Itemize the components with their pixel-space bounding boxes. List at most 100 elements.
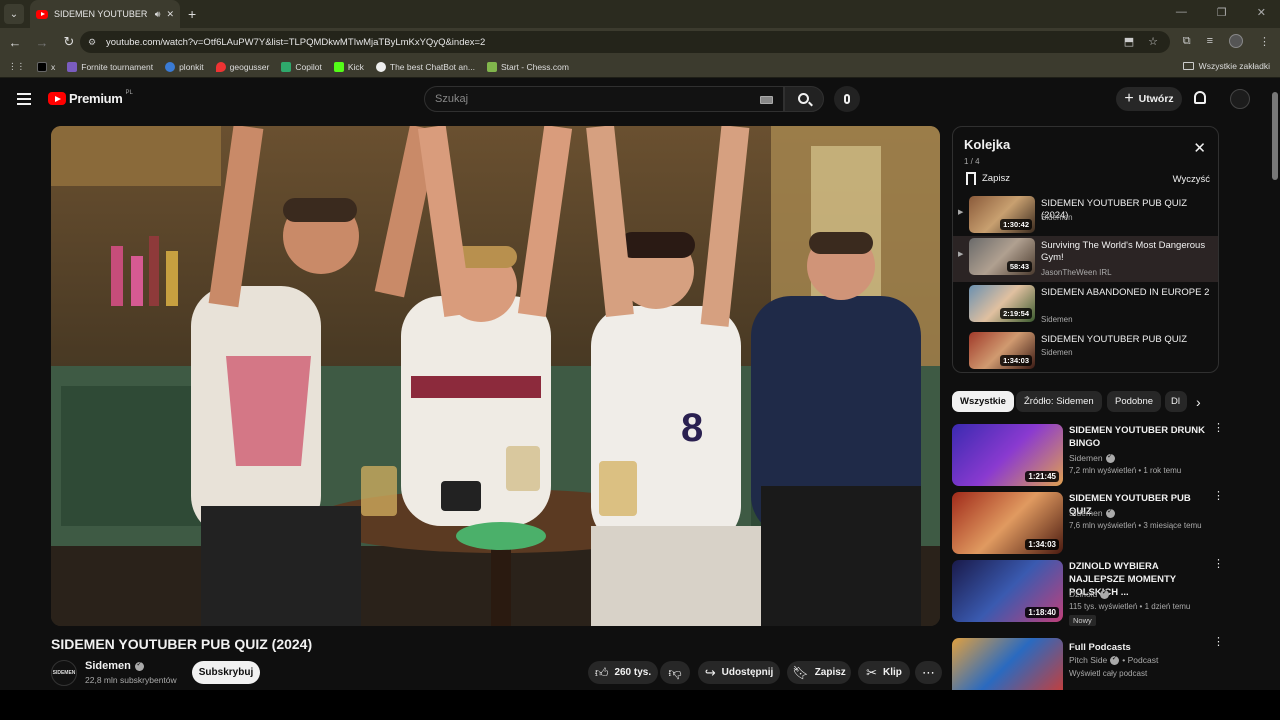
chevron-right-icon[interactable]: ›	[1196, 394, 1201, 410]
search-input[interactable]: Szukaj	[424, 86, 784, 112]
minimize-icon[interactable]: —	[1176, 6, 1187, 19]
more-horizontal-icon: ⋯	[922, 664, 935, 680]
bookmark-fortnite[interactable]: Fornite tournament	[67, 61, 154, 72]
bookmark-icon	[966, 172, 976, 185]
tab-search-chevron-icon[interactable]: ⌄	[4, 4, 24, 24]
channel-extra: • Podcast	[1122, 655, 1159, 665]
clip-button[interactable]: ✂ Klip	[858, 661, 910, 684]
queue-item-current[interactable]: ▶ 58:43 Surviving The World's Most Dange…	[953, 236, 1218, 282]
bookmark-copilot[interactable]: Copilot	[281, 61, 322, 72]
queue-item[interactable]: 2:19:54 SIDEMEN ABANDONED IN EUROPE 2 Si…	[953, 283, 1218, 329]
bookmark-plonkit[interactable]: plonkit	[165, 61, 204, 72]
bookmark-label: Start - Chess.com	[500, 61, 569, 72]
channel-name-text: Sidemen	[85, 660, 131, 672]
x-logo-icon	[37, 61, 47, 72]
video-player[interactable]: 8	[51, 126, 940, 626]
browser-tab[interactable]: SIDEMEN YOUTUBER PUB Q 🔊︎ ✕	[30, 0, 180, 28]
chip-all[interactable]: Wszystkie	[952, 391, 1014, 412]
duration-badge: 1:30:42	[1000, 219, 1032, 230]
speaker-icon[interactable]: 🔊︎	[155, 9, 161, 20]
verified-badge-icon	[1105, 507, 1115, 518]
queue-item[interactable]: 1:34:03 SIDEMEN YOUTUBER PUB QUIZ Sideme…	[953, 330, 1218, 372]
dislike-button[interactable]: 👎︎	[660, 661, 690, 684]
like-button[interactable]: 👍︎ 260 tys.	[588, 661, 658, 684]
star-icon[interactable]: ☆	[1148, 35, 1158, 48]
media-icon[interactable]: ≡	[1207, 35, 1213, 47]
fortnite-icon	[67, 61, 78, 72]
bookmark-x[interactable]: x	[37, 61, 55, 72]
profile-icon[interactable]	[1229, 34, 1243, 48]
map-pin-icon	[215, 61, 226, 72]
forward-icon[interactable]: →	[30, 35, 54, 50]
more-actions-button[interactable]: ⋯	[915, 661, 942, 684]
close-queue-icon[interactable]: ✕	[1193, 139, 1206, 157]
recommendation-item[interactable]: 1:18:40 DZINOLD WYBIERA NAJLEPSZE MOMENT…	[952, 559, 1224, 626]
search-button[interactable]	[784, 86, 824, 112]
new-tab-icon[interactable]: +	[188, 6, 196, 22]
chip-related[interactable]: Podobne	[1107, 391, 1162, 412]
bookmark-label: geogusser	[229, 61, 270, 72]
chess-pawn-icon	[486, 61, 497, 72]
bookmark-chess[interactable]: Start - Chess.com	[486, 61, 569, 72]
share-icon: ↪	[704, 664, 716, 680]
notifications-bell-icon[interactable]	[1194, 91, 1206, 104]
bookmark-label: Fornite tournament	[81, 61, 154, 72]
verified-badge-icon	[1105, 452, 1115, 463]
account-avatar[interactable]	[1230, 89, 1250, 109]
queue-item-channel: Sidemen	[1041, 348, 1073, 357]
bookmark-geoguessr[interactable]: geogusser	[215, 61, 270, 72]
more-vertical-icon[interactable]: ⋮	[1213, 559, 1224, 570]
subscribe-button[interactable]: Subskrybuj	[192, 661, 260, 684]
all-bookmarks[interactable]: Wszystkie zakładki	[1182, 61, 1270, 71]
apps-icon[interactable]: ⋮⋮	[8, 61, 25, 72]
scrollbar-thumb[interactable]	[1272, 92, 1278, 180]
url-text: youtube.com/watch?v=Otf6LAuPW7Y&list=TLP…	[106, 36, 486, 48]
recommendation-channel: Sidemen	[1069, 452, 1115, 463]
maximize-icon[interactable]: ❐	[1217, 6, 1227, 19]
close-window-icon[interactable]: ✕	[1257, 6, 1266, 19]
bookmark-chatbot[interactable]: The best ChatBot an...	[375, 61, 475, 72]
more-vertical-icon[interactable]: ⋮	[1213, 491, 1224, 502]
duration-badge: 1:34:03	[1025, 539, 1059, 550]
reload-icon[interactable]: ↻	[57, 34, 81, 50]
save-queue-button[interactable]: Zapisz	[966, 172, 1010, 185]
keyboard-icon[interactable]	[760, 96, 773, 104]
clear-queue-button[interactable]: Wyczyść	[1173, 174, 1210, 185]
plonkit-icon	[165, 61, 176, 72]
address-bar[interactable]: ⚙︎ youtube.com/watch?v=Otf6LAuPW7Y&list=…	[80, 31, 1170, 53]
bookmark-kick[interactable]: Kick	[333, 61, 364, 72]
queue-item[interactable]: ▶ 1:30:42 SIDEMEN YOUTUBER PUB QUIZ (202…	[953, 194, 1218, 240]
menu-icon[interactable]: ⋮	[1259, 35, 1270, 48]
extensions-icon[interactable]: ⧉	[1183, 35, 1191, 48]
create-button[interactable]: + Utwórz	[1116, 87, 1182, 111]
recommendation-item[interactable]: 1:34:03 SIDEMEN YOUTUBER PUB QUIZ Sideme…	[952, 491, 1224, 557]
save-button[interactable]: 🔖︎ Zapisz	[787, 661, 851, 684]
back-icon[interactable]: ←	[3, 35, 27, 50]
play-indicator-icon: ▶	[958, 251, 964, 258]
chip-more[interactable]: Dl	[1165, 391, 1187, 412]
recommendation-thumbnail	[952, 638, 1063, 690]
channel-text: Pitch Side	[1069, 655, 1108, 665]
view-full-podcast-link[interactable]: Wyświetl cały podcast	[1069, 669, 1147, 678]
close-tab-icon[interactable]: ✕	[166, 9, 174, 20]
channel-name[interactable]: Sidemen	[85, 660, 144, 672]
youtube-favicon-icon	[36, 9, 48, 19]
recommendation-meta: 7,2 mln wyświetleń • 1 rok temu	[1069, 466, 1182, 475]
menu-hamburger-icon[interactable]	[17, 93, 31, 105]
youtube-premium-logo[interactable]: Premium PL	[48, 90, 133, 106]
duration-badge: 1:21:45	[1025, 471, 1059, 482]
share-button[interactable]: ↪ Udostępnij	[698, 661, 780, 684]
bookmark-icon: 🔖︎	[792, 664, 809, 680]
voice-search-button[interactable]	[834, 86, 860, 112]
channel-avatar[interactable]: SIDEMEN	[51, 660, 77, 686]
page-scrollbar[interactable]	[1270, 80, 1280, 690]
toolbar-actions: ⧉ ≡ ⋮	[1183, 34, 1270, 48]
install-icon[interactable]: ⬒	[1124, 35, 1134, 48]
site-info-icon[interactable]: ⚙︎	[88, 37, 100, 47]
more-vertical-icon[interactable]: ⋮	[1213, 423, 1224, 434]
recommendation-item[interactable]: 1:21:45 SIDEMEN YOUTUBER DRUNK BINGO Sid…	[952, 423, 1224, 489]
queue-title: Kolejka	[964, 137, 1011, 152]
more-vertical-icon[interactable]: ⋮	[1213, 637, 1224, 648]
recommendation-channel: Pitch Side • Podcast	[1069, 654, 1159, 666]
chip-from-sidemen[interactable]: Źródło: Sidemen	[1016, 391, 1102, 412]
